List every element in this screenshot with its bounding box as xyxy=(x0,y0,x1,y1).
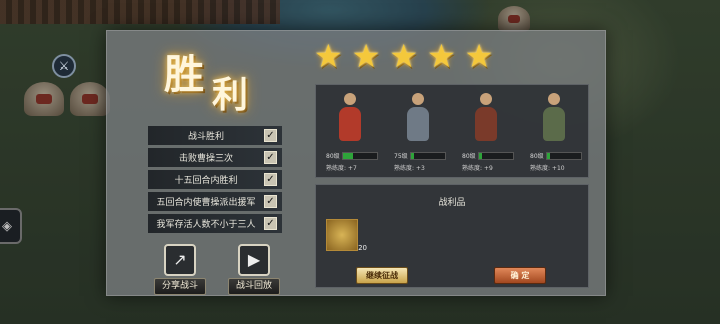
hero-proficiency: 熟练度: +10 xyxy=(530,165,565,172)
hero-level: 80级 xyxy=(462,153,476,160)
objective-label: 击败曹操三次 xyxy=(178,154,233,164)
exp-bar xyxy=(410,151,446,160)
hero-portrait xyxy=(472,93,500,145)
loot-title: 战利品 xyxy=(438,198,466,208)
hero-card: 80级 熟练度: +9 xyxy=(452,85,520,177)
hero-proficiency: 熟练度: +9 xyxy=(462,165,493,172)
hero-proficiency: 熟练度: +7 xyxy=(326,165,357,172)
hero-card: 80级 熟练度: +10 xyxy=(520,85,588,177)
objective-label: 战斗胜利 xyxy=(187,132,224,142)
checkbox-icon: ✓ xyxy=(264,173,277,186)
share-battle-button[interactable]: ↗ 分享战斗 xyxy=(154,244,206,295)
side-menu-icon[interactable]: ◈ xyxy=(0,208,22,244)
hero-card: 75级 熟练度: +3 xyxy=(384,85,452,177)
victory-char-2: 利 xyxy=(212,74,249,116)
battle-replay-button[interactable]: ▶ 战斗回放 xyxy=(228,244,280,295)
hero-level: 80级 xyxy=(530,153,544,160)
checkbox-icon: ✓ xyxy=(264,151,277,164)
star-icon: ★ xyxy=(464,37,494,75)
victory-title: 胜 利 xyxy=(160,42,260,116)
star-icon: ★ xyxy=(351,37,381,75)
checkbox-icon: ✓ xyxy=(264,129,277,142)
hero-level: 75级 xyxy=(394,153,408,160)
hero-panel: 80级 熟练度: +7 75级 熟练度: +3 80级 熟练度: +9 80级 … xyxy=(315,84,589,178)
loot-item-coin-icon[interactable]: 20 xyxy=(326,219,367,252)
objective-item: 击败曹操三次 ✓ xyxy=(148,148,282,167)
loot-panel: 战利品 20 继续征战 确 定 xyxy=(315,184,589,288)
checkbox-icon: ✓ xyxy=(264,217,277,230)
battle-replay-label: 战斗回放 xyxy=(228,278,280,295)
objective-item: 五回合内使曹操派出援军 ✓ xyxy=(148,192,282,211)
objective-label: 我军存活人数不小于三人 xyxy=(156,220,256,230)
objective-item: 战斗胜利 ✓ xyxy=(148,126,282,145)
objective-label: 五回合内使曹操派出援军 xyxy=(156,198,256,208)
star-icon: ★ xyxy=(427,37,456,75)
hero-card: 80级 熟练度: +7 xyxy=(316,85,384,177)
exp-bar xyxy=(546,151,582,160)
star-icon: ★ xyxy=(314,37,343,75)
star-rating: ★ ★ ★ ★ ★ xyxy=(314,40,493,72)
share-icon: ↗ xyxy=(164,244,196,276)
camera-icon: ▶ xyxy=(238,244,270,276)
objective-item: 十五回合内胜利 ✓ xyxy=(148,170,282,189)
share-battle-label: 分享战斗 xyxy=(154,278,206,295)
hero-portrait xyxy=(336,93,364,145)
objective-label: 十五回合内胜利 xyxy=(174,176,238,186)
confirm-button[interactable]: 确 定 xyxy=(494,267,546,284)
objective-list: 战斗胜利 ✓ 击败曹操三次 ✓ 十五回合内胜利 ✓ 五回合内使曹操派出援军 ✓ … xyxy=(148,126,282,236)
victory-char-1: 胜 xyxy=(164,51,204,98)
exp-bar xyxy=(342,151,378,160)
hero-level: 80级 xyxy=(326,153,340,160)
loot-item-count: 20 xyxy=(358,244,367,252)
hero-portrait xyxy=(540,93,568,145)
exp-bar xyxy=(478,151,514,160)
checkbox-icon: ✓ xyxy=(264,195,277,208)
sword-icon[interactable]: ⚔ xyxy=(52,54,76,78)
hero-proficiency: 熟练度: +3 xyxy=(394,165,425,172)
hero-portrait xyxy=(404,93,432,145)
objective-item: 我军存活人数不小于三人 ✓ xyxy=(148,214,282,233)
continue-campaign-button[interactable]: 继续征战 xyxy=(356,267,408,284)
star-icon: ★ xyxy=(389,37,419,75)
